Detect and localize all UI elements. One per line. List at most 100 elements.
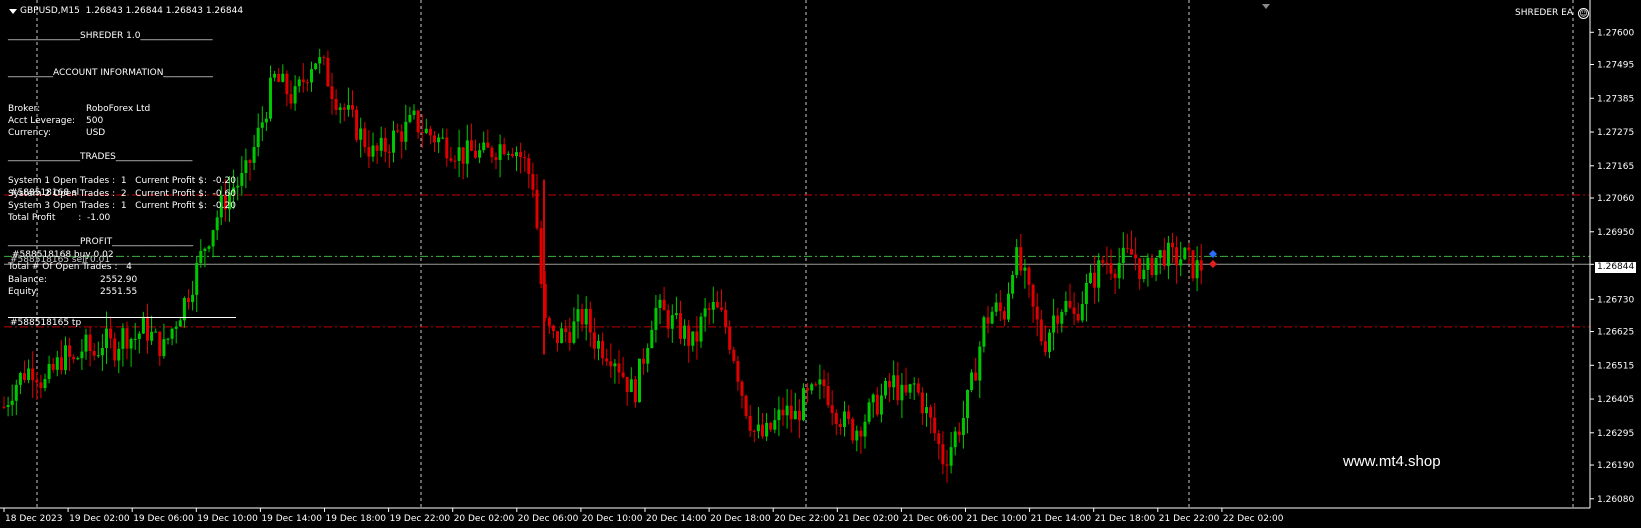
bear-candle	[851, 419, 855, 441]
bear-candle	[1101, 260, 1105, 263]
bull-candle	[990, 311, 994, 324]
price-tick-label: 1.27165	[1597, 162, 1634, 172]
trade-levels	[4, 194, 1590, 328]
bull-candle	[756, 424, 760, 432]
bear-candle	[342, 107, 346, 110]
bear-candle	[605, 358, 609, 362]
bear-candle	[748, 415, 752, 431]
bull-candle	[14, 384, 18, 401]
bull-candle	[711, 302, 715, 310]
bear-candle	[625, 376, 629, 393]
bull-candle	[1023, 267, 1027, 271]
bear-candle	[888, 380, 892, 388]
bear-candle	[355, 109, 359, 140]
bear-candle	[433, 135, 436, 143]
bear-candle	[490, 147, 494, 158]
total-profit: Total Profit : -1.00	[8, 213, 111, 223]
bull-candle	[203, 248, 207, 251]
bull-candle	[785, 405, 789, 416]
bear-candle	[1113, 273, 1117, 279]
bear-candle	[1199, 260, 1203, 271]
bear-candle	[1171, 242, 1174, 248]
bear-candle	[416, 110, 420, 133]
bull-candle	[925, 407, 928, 414]
bear-candle	[822, 379, 826, 387]
bull-candle	[408, 115, 412, 122]
bear-candle	[752, 430, 756, 432]
broker-value: RoboForex Ltd	[86, 104, 151, 114]
bear-candle	[875, 394, 879, 415]
bear-candle	[609, 361, 613, 367]
bear-candle	[486, 142, 490, 148]
bull-candle	[379, 137, 383, 151]
time-tick-label: 21 Dec 22:00	[1159, 514, 1220, 524]
bull-candle	[777, 409, 781, 421]
bear-candle	[781, 409, 785, 416]
bear-candle	[1002, 311, 1006, 320]
bear-candle	[834, 412, 838, 424]
bull-candle	[10, 400, 14, 405]
bull-candle	[441, 137, 445, 139]
bull-candle	[867, 402, 871, 422]
price-tick-label: 1.26080	[1597, 495, 1634, 505]
bear-candle	[957, 431, 961, 436]
bull-candle	[211, 230, 215, 247]
bull-candle	[27, 368, 31, 380]
bull-candle	[392, 130, 395, 153]
smiley-icon[interactable]: ☺	[1578, 8, 1589, 19]
bear-candle	[535, 189, 539, 229]
bull-candle	[195, 262, 199, 295]
bear-candle	[642, 358, 646, 364]
bear-candle	[334, 99, 338, 110]
bear-candle	[396, 130, 400, 132]
sell-arrow-icon	[1209, 260, 1217, 268]
bull-candle	[191, 294, 195, 303]
bear-candle	[761, 424, 764, 437]
price-tick-label: 1.27385	[1597, 94, 1634, 104]
bull-candle	[1097, 260, 1101, 288]
bull-candle	[900, 384, 904, 401]
account-header: __________ACCOUNT INFORMATION___________	[8, 68, 213, 78]
bull-candle	[572, 321, 576, 343]
bear-candle	[662, 299, 666, 311]
currency-label: Currency:	[8, 128, 51, 138]
bear-candle	[92, 351, 96, 356]
time-tick-label: 21 Dec 14:00	[1031, 514, 1092, 524]
profit-header: ________________PROFIT__________________	[8, 237, 194, 247]
time-tick-label: 21 Dec 02:00	[838, 514, 899, 524]
price-tick-label: 1.27275	[1597, 128, 1634, 138]
bear-candle	[445, 137, 449, 159]
bull-candle	[281, 73, 285, 82]
bear-candle	[326, 57, 330, 87]
price-chart[interactable]: 1.27600 1.27495 1.27385 1.27275 1.27165 1.270…	[0, 0, 1641, 528]
bear-candle	[387, 151, 391, 153]
bull-candle	[1166, 242, 1170, 266]
bull-candle	[1179, 259, 1183, 266]
bull-candle	[1048, 332, 1051, 353]
bull-candle	[793, 410, 797, 420]
collapse-triangle-icon[interactable]	[9, 9, 17, 14]
vertical-grid	[36, 0, 1574, 508]
bull-candle	[674, 313, 678, 316]
bull-candle	[371, 145, 375, 157]
bull-candle	[949, 447, 953, 466]
bull-candle	[892, 375, 896, 388]
bull-candle	[338, 107, 342, 110]
bull-candle	[273, 73, 277, 78]
bear-candle	[687, 325, 691, 346]
bull-candle	[264, 118, 268, 123]
price-tick-label: 1.26190	[1597, 461, 1634, 471]
price-tick-label: 1.26405	[1597, 395, 1634, 405]
bull-candle	[240, 173, 244, 186]
bear-candle	[564, 328, 568, 333]
bull-candle	[100, 347, 104, 356]
bull-candle	[47, 363, 51, 379]
bull-candle	[1121, 247, 1125, 263]
bull-candle	[879, 395, 883, 415]
bull-candle	[121, 328, 125, 349]
bear-candle	[59, 357, 63, 371]
bear-candle	[519, 152, 523, 158]
bear-candle	[838, 423, 842, 428]
bull-candle	[1052, 315, 1056, 333]
time-tick-label: 19 Dec 02:00	[69, 514, 130, 524]
